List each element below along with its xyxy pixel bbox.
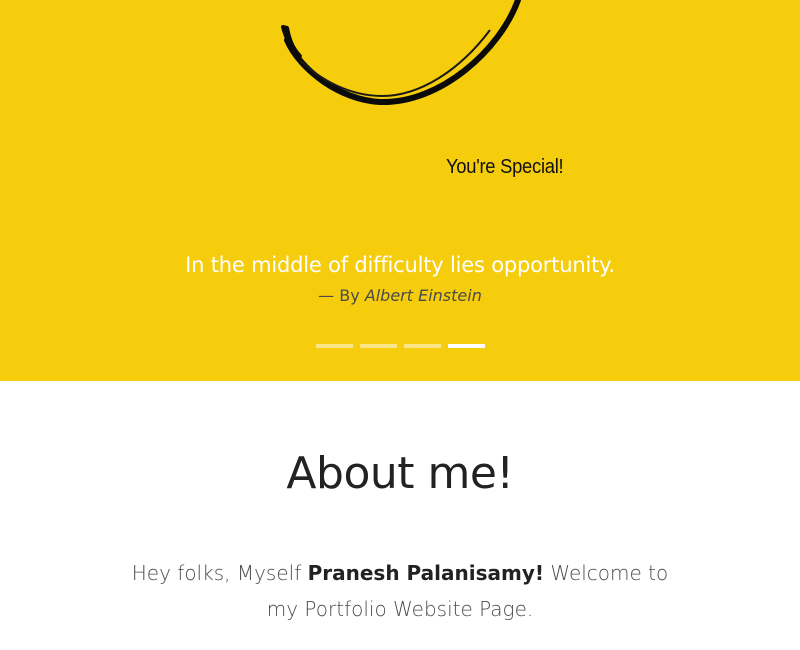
smile-illustration — [281, 0, 521, 106]
smile-curve — [284, 0, 521, 106]
hero-carousel[interactable]: You're Special! In the middle of difficu… — [0, 0, 800, 381]
carousel-caption: In the middle of difficulty lies opportu… — [0, 249, 800, 308]
author-prefix: — By — [318, 286, 365, 305]
quote-author-line: — By Albert Einstein — [0, 284, 800, 308]
carousel-indicator-2[interactable] — [359, 344, 397, 348]
carousel-indicator-4[interactable] — [447, 344, 485, 348]
about-title: About me! — [286, 448, 514, 499]
carousel-indicator-1[interactable] — [315, 344, 353, 348]
quote-text: In the middle of difficulty lies opportu… — [185, 253, 615, 277]
about-name: Pranesh Palanisamy! — [307, 561, 544, 585]
author-name: Albert Einstein — [364, 286, 482, 305]
slide-image-text: You're Special! — [446, 156, 564, 178]
about-intro-before: Hey folks, Myself — [131, 561, 308, 585]
about-intro: Hey folks, Myself Pranesh Palanisamy! We… — [120, 555, 680, 627]
carousel-indicators — [0, 344, 800, 352]
carousel-indicator-3[interactable] — [403, 344, 441, 348]
about-section: About me! Hey folks, Myself Pranesh Pala… — [0, 381, 800, 650]
